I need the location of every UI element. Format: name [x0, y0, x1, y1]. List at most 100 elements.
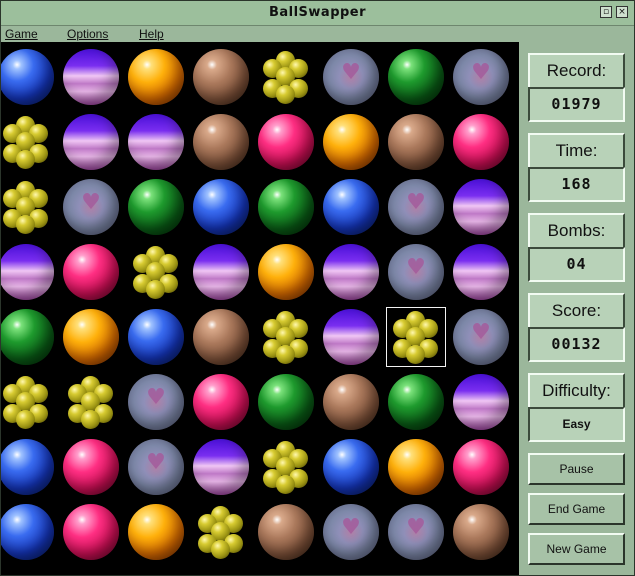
title-bar[interactable]: BallSwapper ▫ × — [1, 1, 634, 26]
board-cell[interactable] — [124, 240, 188, 304]
board-cell[interactable] — [449, 305, 513, 369]
pink-ball-icon — [193, 374, 249, 430]
blue-ball-icon — [1, 49, 54, 105]
board-cell[interactable] — [319, 305, 383, 369]
board-cell[interactable] — [59, 500, 123, 564]
board-cell[interactable] — [254, 500, 318, 564]
board-cell[interactable] — [59, 305, 123, 369]
menu-game[interactable]: Game — [5, 27, 38, 41]
score-value: 00132 — [528, 327, 625, 362]
board-cell[interactable] — [449, 240, 513, 304]
board-cell[interactable] — [319, 110, 383, 174]
board-cell[interactable] — [1, 45, 58, 109]
board-cell[interactable] — [319, 45, 383, 109]
board-cell[interactable] — [189, 110, 253, 174]
heart-ball-icon — [323, 504, 379, 560]
board-cell[interactable] — [319, 500, 383, 564]
board-cell[interactable] — [124, 305, 188, 369]
new-game-button[interactable]: New Game — [528, 533, 625, 565]
board-cell[interactable] — [449, 110, 513, 174]
board-cell[interactable] — [254, 175, 318, 239]
app-window: BallSwapper ▫ × Game Options Help Record… — [0, 0, 635, 576]
grapes-ball-icon — [193, 504, 249, 560]
board-cell[interactable] — [449, 175, 513, 239]
board-cell[interactable] — [124, 110, 188, 174]
board-cell[interactable] — [384, 240, 448, 304]
board-cell-selected[interactable] — [384, 305, 448, 369]
board-cell[interactable] — [59, 240, 123, 304]
grape-icon — [406, 345, 425, 364]
board-cell[interactable] — [189, 500, 253, 564]
board-cell[interactable] — [59, 110, 123, 174]
pause-button[interactable]: Pause — [528, 453, 625, 485]
board-cell[interactable] — [384, 175, 448, 239]
board-cell[interactable] — [1, 370, 58, 434]
board-cell[interactable] — [254, 305, 318, 369]
heart-ball-icon — [388, 504, 444, 560]
grapes-ball-icon — [1, 374, 54, 430]
board-cell[interactable] — [189, 45, 253, 109]
brown-ball-icon — [258, 504, 314, 560]
grape-icon — [276, 475, 295, 494]
board-cell[interactable] — [319, 435, 383, 499]
board-cell[interactable] — [1, 240, 58, 304]
board-cell[interactable] — [384, 45, 448, 109]
board-cell[interactable] — [1, 500, 58, 564]
board-cell[interactable] — [59, 370, 123, 434]
board-cell[interactable] — [384, 110, 448, 174]
heart-ball-icon — [388, 244, 444, 300]
board-cell[interactable] — [1, 175, 58, 239]
heart-ball-icon — [388, 179, 444, 235]
pink-ball-icon — [63, 244, 119, 300]
board-cell[interactable] — [124, 370, 188, 434]
purple-ball-icon — [323, 244, 379, 300]
board-cell[interactable] — [254, 435, 318, 499]
board-cell[interactable] — [189, 435, 253, 499]
board-cell[interactable] — [59, 175, 123, 239]
purple-ball-icon — [453, 374, 509, 430]
green-ball-icon — [388, 49, 444, 105]
close-icon[interactable]: × — [616, 6, 628, 18]
board-cell[interactable] — [59, 435, 123, 499]
board-cell[interactable] — [1, 110, 58, 174]
menu-help[interactable]: Help — [139, 27, 164, 41]
board-cell[interactable] — [124, 175, 188, 239]
board-cell[interactable] — [449, 45, 513, 109]
minimize-icon[interactable]: ▫ — [600, 6, 612, 18]
board-cell[interactable] — [254, 240, 318, 304]
board-cell[interactable] — [189, 175, 253, 239]
end-game-button[interactable]: End Game — [528, 493, 625, 525]
board-cell[interactable] — [124, 45, 188, 109]
board-cell[interactable] — [319, 240, 383, 304]
board-cell[interactable] — [384, 370, 448, 434]
board-cell[interactable] — [189, 240, 253, 304]
menu-options[interactable]: Options — [67, 27, 108, 41]
green-ball-icon — [128, 179, 184, 235]
board-cell[interactable] — [384, 435, 448, 499]
grape-icon — [276, 345, 295, 364]
difficulty-value[interactable]: Easy — [528, 407, 625, 442]
grapes-ball-icon — [63, 374, 119, 430]
blue-ball-icon — [1, 439, 54, 495]
board-cell[interactable] — [1, 435, 58, 499]
board-cell[interactable] — [189, 305, 253, 369]
board-cell[interactable] — [254, 370, 318, 434]
blue-ball-icon — [193, 179, 249, 235]
orange-ball-icon — [388, 439, 444, 495]
board-cell[interactable] — [449, 435, 513, 499]
brown-ball-icon — [193, 114, 249, 170]
board-cell[interactable] — [59, 45, 123, 109]
board-cell[interactable] — [384, 500, 448, 564]
board-cell[interactable] — [254, 45, 318, 109]
board-cell[interactable] — [319, 370, 383, 434]
green-ball-icon — [258, 374, 314, 430]
board-cell[interactable] — [449, 500, 513, 564]
board-cell[interactable] — [1, 305, 58, 369]
board-cell[interactable] — [124, 435, 188, 499]
board-cell[interactable] — [319, 175, 383, 239]
board-cell[interactable] — [449, 370, 513, 434]
board-cell[interactable] — [254, 110, 318, 174]
board-cell[interactable] — [189, 370, 253, 434]
game-board[interactable] — [1, 42, 519, 575]
board-cell[interactable] — [124, 500, 188, 564]
